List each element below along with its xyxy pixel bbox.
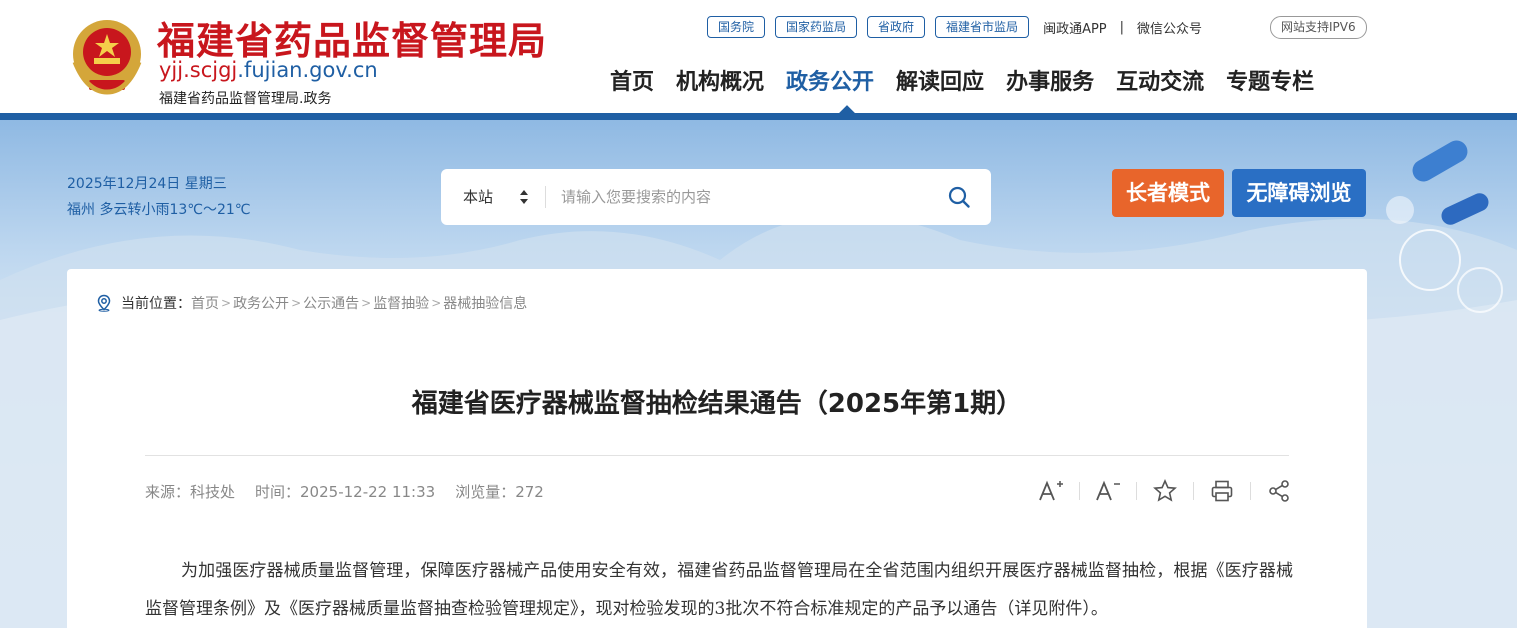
site-subtitle: 福建省药品监督管理局.政务 [159,91,332,107]
toplink-province-gov[interactable]: 省政府 [867,16,926,38]
breadcrumb-home[interactable]: 首页 [191,293,219,313]
breadcrumb-label: 当前位置： [121,296,191,312]
wechat-link[interactable]: 微信公众号 [1137,18,1202,37]
font-decrease-icon[interactable] [1094,477,1122,505]
domain-suffix: .fujian.gov.cn [237,58,378,82]
app-link[interactable]: 闽政通APP [1043,18,1107,37]
article-source: 来源：科技处 [145,483,236,501]
top-separator: | [1119,19,1125,35]
tool-divider [1136,482,1137,500]
article-title: 福建省医疗器械监督抽检结果通告（2025年第1期） [411,389,1023,419]
date-display: 2025年12月24日 星期三 [67,176,227,192]
site-title[interactable]: 福建省药品监督管理局 [157,10,547,65]
article-card: 当前位置： 首页 > 政务公开 > 公示通告 > 监督抽验 > 器械抽验信息 福… [67,269,1367,628]
breadcrumb-separator: > [221,296,232,310]
toplink-nmpa[interactable]: 国家药监局 [775,16,858,38]
tool-divider [1079,482,1080,500]
site-header: 福建省药品监督管理局 yjj.scjgj.fujian.gov.cn 福建省药品… [0,0,1517,113]
national-emblem-icon[interactable] [67,14,147,100]
breadcrumb-notices[interactable]: 公示通告 [303,293,359,313]
nav-gov-affairs[interactable]: 政务公开 [786,67,874,99]
article-tools [1037,477,1293,505]
font-increase-icon[interactable] [1037,477,1065,505]
print-icon[interactable] [1208,477,1236,505]
nav-services[interactable]: 办事服务 [1006,67,1094,99]
toplink-state-council[interactable]: 国务院 [707,16,766,38]
capsule-decoration-icon [1386,140,1503,313]
tool-divider [1250,482,1251,500]
nav-home[interactable]: 首页 [610,67,654,99]
breadcrumb-separator: > [291,296,302,310]
article-paragraph: 为加强医疗器械质量监督管理，保障医疗器械产品使用安全有效，福建省药品监督管理局在… [145,561,1293,619]
elder-mode-button[interactable]: 长者模式 [1112,169,1224,217]
weather-display: 福州 多云转小雨13℃～21℃ [67,202,251,218]
site-domain: yjj.scjgj.fujian.gov.cn [159,58,378,82]
ipv6-badge: 网站支持IPV6 [1270,16,1367,39]
breadcrumb-separator: > [361,296,372,310]
breadcrumb-device-sampling[interactable]: 器械抽验信息 [443,293,527,313]
search-icon[interactable] [947,185,971,209]
search-scope-select[interactable]: 本站 [463,169,493,225]
tool-divider [1193,482,1194,500]
title-divider [145,455,1289,456]
nav-organization[interactable]: 机构概况 [676,67,764,99]
share-icon[interactable] [1265,477,1293,505]
toplink-market-regulation[interactable]: 福建省市监局 [935,16,1030,38]
main-nav: 首页 机构概况 政务公开 解读回应 办事服务 互动交流 专题专栏 [610,67,1314,99]
breadcrumb-separator: > [431,296,442,310]
nav-interaction[interactable]: 互动交流 [1116,67,1204,99]
nav-topics[interactable]: 专题专栏 [1226,67,1314,99]
breadcrumb: 当前位置： 首页 > 政务公开 > 公示通告 > 监督抽验 > 器械抽验信息 [95,293,527,313]
domain-prefix: yjj.scjgj [159,58,238,82]
location-pin-icon [97,294,111,312]
top-links: 国务院 国家药监局 省政府 福建省市监局 闽政通APP | 微信公众号 [707,16,1202,38]
nav-interpretation[interactable]: 解读回应 [896,67,984,99]
accessibility-button[interactable]: 无障碍浏览 [1232,169,1366,217]
article-time: 时间：2025-12-22 11:33 [255,483,436,501]
header-bar [0,113,1517,120]
breadcrumb-gov-affairs[interactable]: 政务公开 [233,293,289,313]
search-divider [545,186,546,208]
star-icon[interactable] [1151,477,1179,505]
breadcrumb-sampling[interactable]: 监督抽验 [373,293,429,313]
sort-arrows-icon[interactable] [519,189,529,205]
search-box: 本站 [441,169,991,225]
article-views: 浏览量：272 [455,483,544,501]
article-meta: 来源：科技处 时间：2025-12-22 11:33 浏览量：272 [145,481,564,502]
search-input[interactable] [561,182,931,212]
